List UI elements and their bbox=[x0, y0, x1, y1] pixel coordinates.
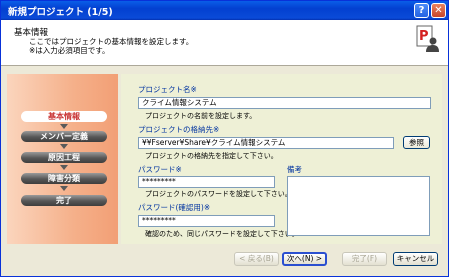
back-button[interactable]: < 戻る(B) bbox=[234, 252, 279, 266]
step-member-definition: メンバー定義 bbox=[21, 131, 107, 142]
required-note: ※は入力必須項目です。 bbox=[29, 46, 110, 55]
project-name-hint: プロジェクトの名前を設定します。 bbox=[145, 112, 257, 120]
cancel-button[interactable]: キャンセル bbox=[393, 252, 438, 266]
wizard-window: 新規プロジェクト (1/5) ? ✕ 基本情報 ここではプロジェクトの基本情報を… bbox=[0, 0, 449, 277]
wizard-header: 基本情報 ここではプロジェクトの基本情報を設定します。 ※は入力必須項目です。 … bbox=[1, 20, 448, 66]
help-button[interactable]: ? bbox=[414, 3, 429, 18]
step-panel: 基本情報 メンバー定義 原因工程 障害分類 完了 bbox=[7, 74, 118, 244]
step-fault-category: 障害分類 bbox=[21, 173, 107, 184]
step-arrow-icon bbox=[60, 124, 68, 129]
step-arrow-icon bbox=[60, 186, 68, 191]
step-cause-process: 原因工程 bbox=[21, 152, 107, 163]
project-name-label: プロジェクト名※ bbox=[138, 85, 197, 94]
password-confirm-hint: 確認のため、同じパスワードを設定して下さい。 bbox=[145, 230, 299, 238]
project-person-icon: P bbox=[416, 25, 439, 52]
storage-label: プロジェクトの格納先※ bbox=[138, 125, 220, 134]
finish-button[interactable]: 完了(F) bbox=[342, 252, 387, 266]
svg-text:P: P bbox=[419, 29, 429, 44]
notes-textarea[interactable] bbox=[287, 176, 430, 236]
description-line: ここではプロジェクトの基本情報を設定します。 bbox=[29, 37, 194, 46]
step-complete: 完了 bbox=[21, 195, 107, 206]
window-title: 新規プロジェクト (1/5) bbox=[8, 7, 113, 18]
title-bar[interactable]: 新規プロジェクト (1/5) ? ✕ bbox=[1, 1, 448, 20]
step-arrow-icon bbox=[60, 165, 68, 170]
password-hint: プロジェクトのパスワードを設定して下さい。 bbox=[145, 190, 292, 198]
page-description: ここではプロジェクトの基本情報を設定します。 ※は入力必須項目です。 bbox=[29, 37, 193, 55]
project-name-input[interactable]: クライム情報システム bbox=[138, 97, 431, 109]
storage-hint: プロジェクトの格納先を指定して下さい。 bbox=[145, 152, 278, 160]
next-button[interactable]: 次へ(N) > bbox=[282, 252, 327, 266]
storage-path-input[interactable]: ¥¥Fserver¥Share¥クライム情報システム bbox=[138, 137, 394, 149]
close-button[interactable]: ✕ bbox=[431, 3, 446, 18]
browse-button[interactable]: 参照 bbox=[403, 136, 430, 149]
notes-label: 備考 bbox=[287, 165, 302, 174]
form-panel: プロジェクト名※ クライム情報システム プロジェクトの名前を設定します。 プロジ… bbox=[121, 74, 442, 244]
password-confirm-label: パスワード(確認用)※ bbox=[138, 203, 211, 212]
password-input[interactable]: ********* bbox=[138, 176, 275, 188]
password-confirm-input[interactable]: ********* bbox=[138, 215, 275, 227]
password-label: パスワード※ bbox=[138, 165, 182, 174]
step-basic-info: 基本情報 bbox=[21, 111, 107, 122]
step-arrow-icon bbox=[60, 144, 68, 149]
